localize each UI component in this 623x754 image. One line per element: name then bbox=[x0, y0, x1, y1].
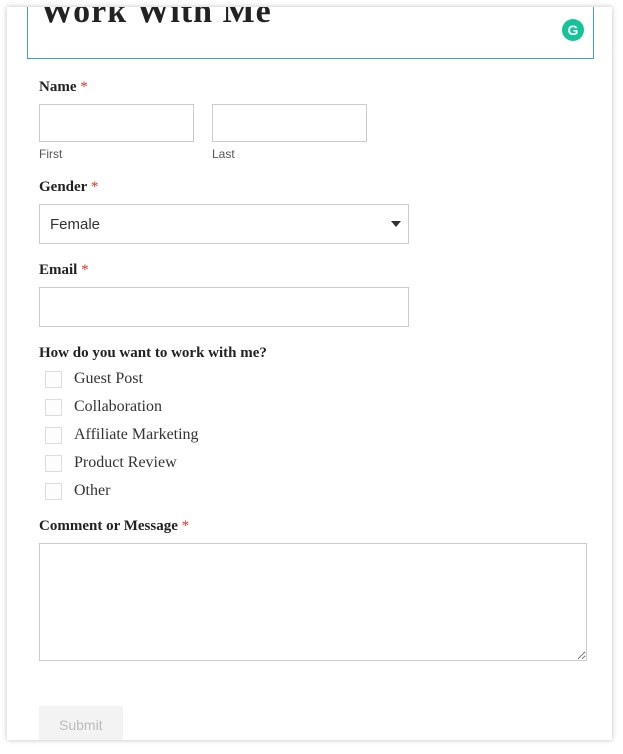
name-label: Name * bbox=[39, 79, 582, 96]
checkbox-label-product-review: Product Review bbox=[74, 454, 177, 472]
message-label-text: Comment or Message bbox=[39, 518, 178, 534]
checkbox-collaboration[interactable] bbox=[45, 399, 62, 416]
last-name-sublabel: Last bbox=[212, 147, 367, 161]
message-label: Comment or Message * bbox=[39, 518, 582, 535]
checkbox-row-product-review: Product Review bbox=[39, 454, 582, 472]
required-marker: * bbox=[91, 179, 99, 195]
contact-form: Name * First Last Gender * bbox=[7, 59, 612, 740]
gender-select[interactable]: Female bbox=[39, 204, 409, 244]
name-field-group: Name * First Last bbox=[39, 79, 582, 161]
checkbox-row-affiliate: Affiliate Marketing bbox=[39, 426, 582, 444]
required-marker: * bbox=[80, 79, 88, 95]
checkbox-other[interactable] bbox=[45, 483, 62, 500]
submit-button[interactable]: Submit bbox=[39, 706, 123, 740]
checkbox-row-collaboration: Collaboration bbox=[39, 398, 582, 416]
work-with-field-group: How do you want to work with me? Guest P… bbox=[39, 345, 582, 500]
email-field-group: Email * bbox=[39, 262, 582, 327]
last-name-input[interactable] bbox=[212, 104, 367, 142]
email-input[interactable] bbox=[39, 287, 409, 327]
checkbox-label-affiliate: Affiliate Marketing bbox=[74, 426, 199, 444]
page-container: G Work With Me Name * First Last bbox=[7, 7, 612, 740]
work-with-options: Guest Post Collaboration Affiliate Marke… bbox=[39, 370, 582, 500]
last-name-column: Last bbox=[212, 104, 367, 161]
email-label-text: Email bbox=[39, 262, 77, 278]
required-marker: * bbox=[182, 518, 190, 534]
checkbox-label-other: Other bbox=[74, 482, 110, 500]
name-row: First Last bbox=[39, 104, 582, 161]
header-box: Work With Me bbox=[27, 7, 594, 59]
gender-label-text: Gender bbox=[39, 179, 87, 195]
page-title: Work With Me bbox=[40, 7, 272, 31]
message-textarea[interactable] bbox=[39, 543, 587, 661]
first-name-input[interactable] bbox=[39, 104, 194, 142]
checkbox-product-review[interactable] bbox=[45, 455, 62, 472]
gender-select-wrap: Female bbox=[39, 204, 409, 244]
checkbox-guest-post[interactable] bbox=[45, 371, 62, 388]
work-with-label: How do you want to work with me? bbox=[39, 345, 582, 362]
name-label-text: Name bbox=[39, 79, 77, 95]
message-field-group: Comment or Message * bbox=[39, 518, 582, 666]
checkbox-label-guest-post: Guest Post bbox=[74, 370, 143, 388]
email-label: Email * bbox=[39, 262, 582, 279]
gender-label: Gender * bbox=[39, 179, 582, 196]
first-name-sublabel: First bbox=[39, 147, 194, 161]
required-marker: * bbox=[81, 262, 89, 278]
gender-field-group: Gender * Female bbox=[39, 179, 582, 244]
checkbox-row-guest-post: Guest Post bbox=[39, 370, 582, 388]
checkbox-affiliate[interactable] bbox=[45, 427, 62, 444]
first-name-column: First bbox=[39, 104, 194, 161]
checkbox-label-collaboration: Collaboration bbox=[74, 398, 162, 416]
checkbox-row-other: Other bbox=[39, 482, 582, 500]
